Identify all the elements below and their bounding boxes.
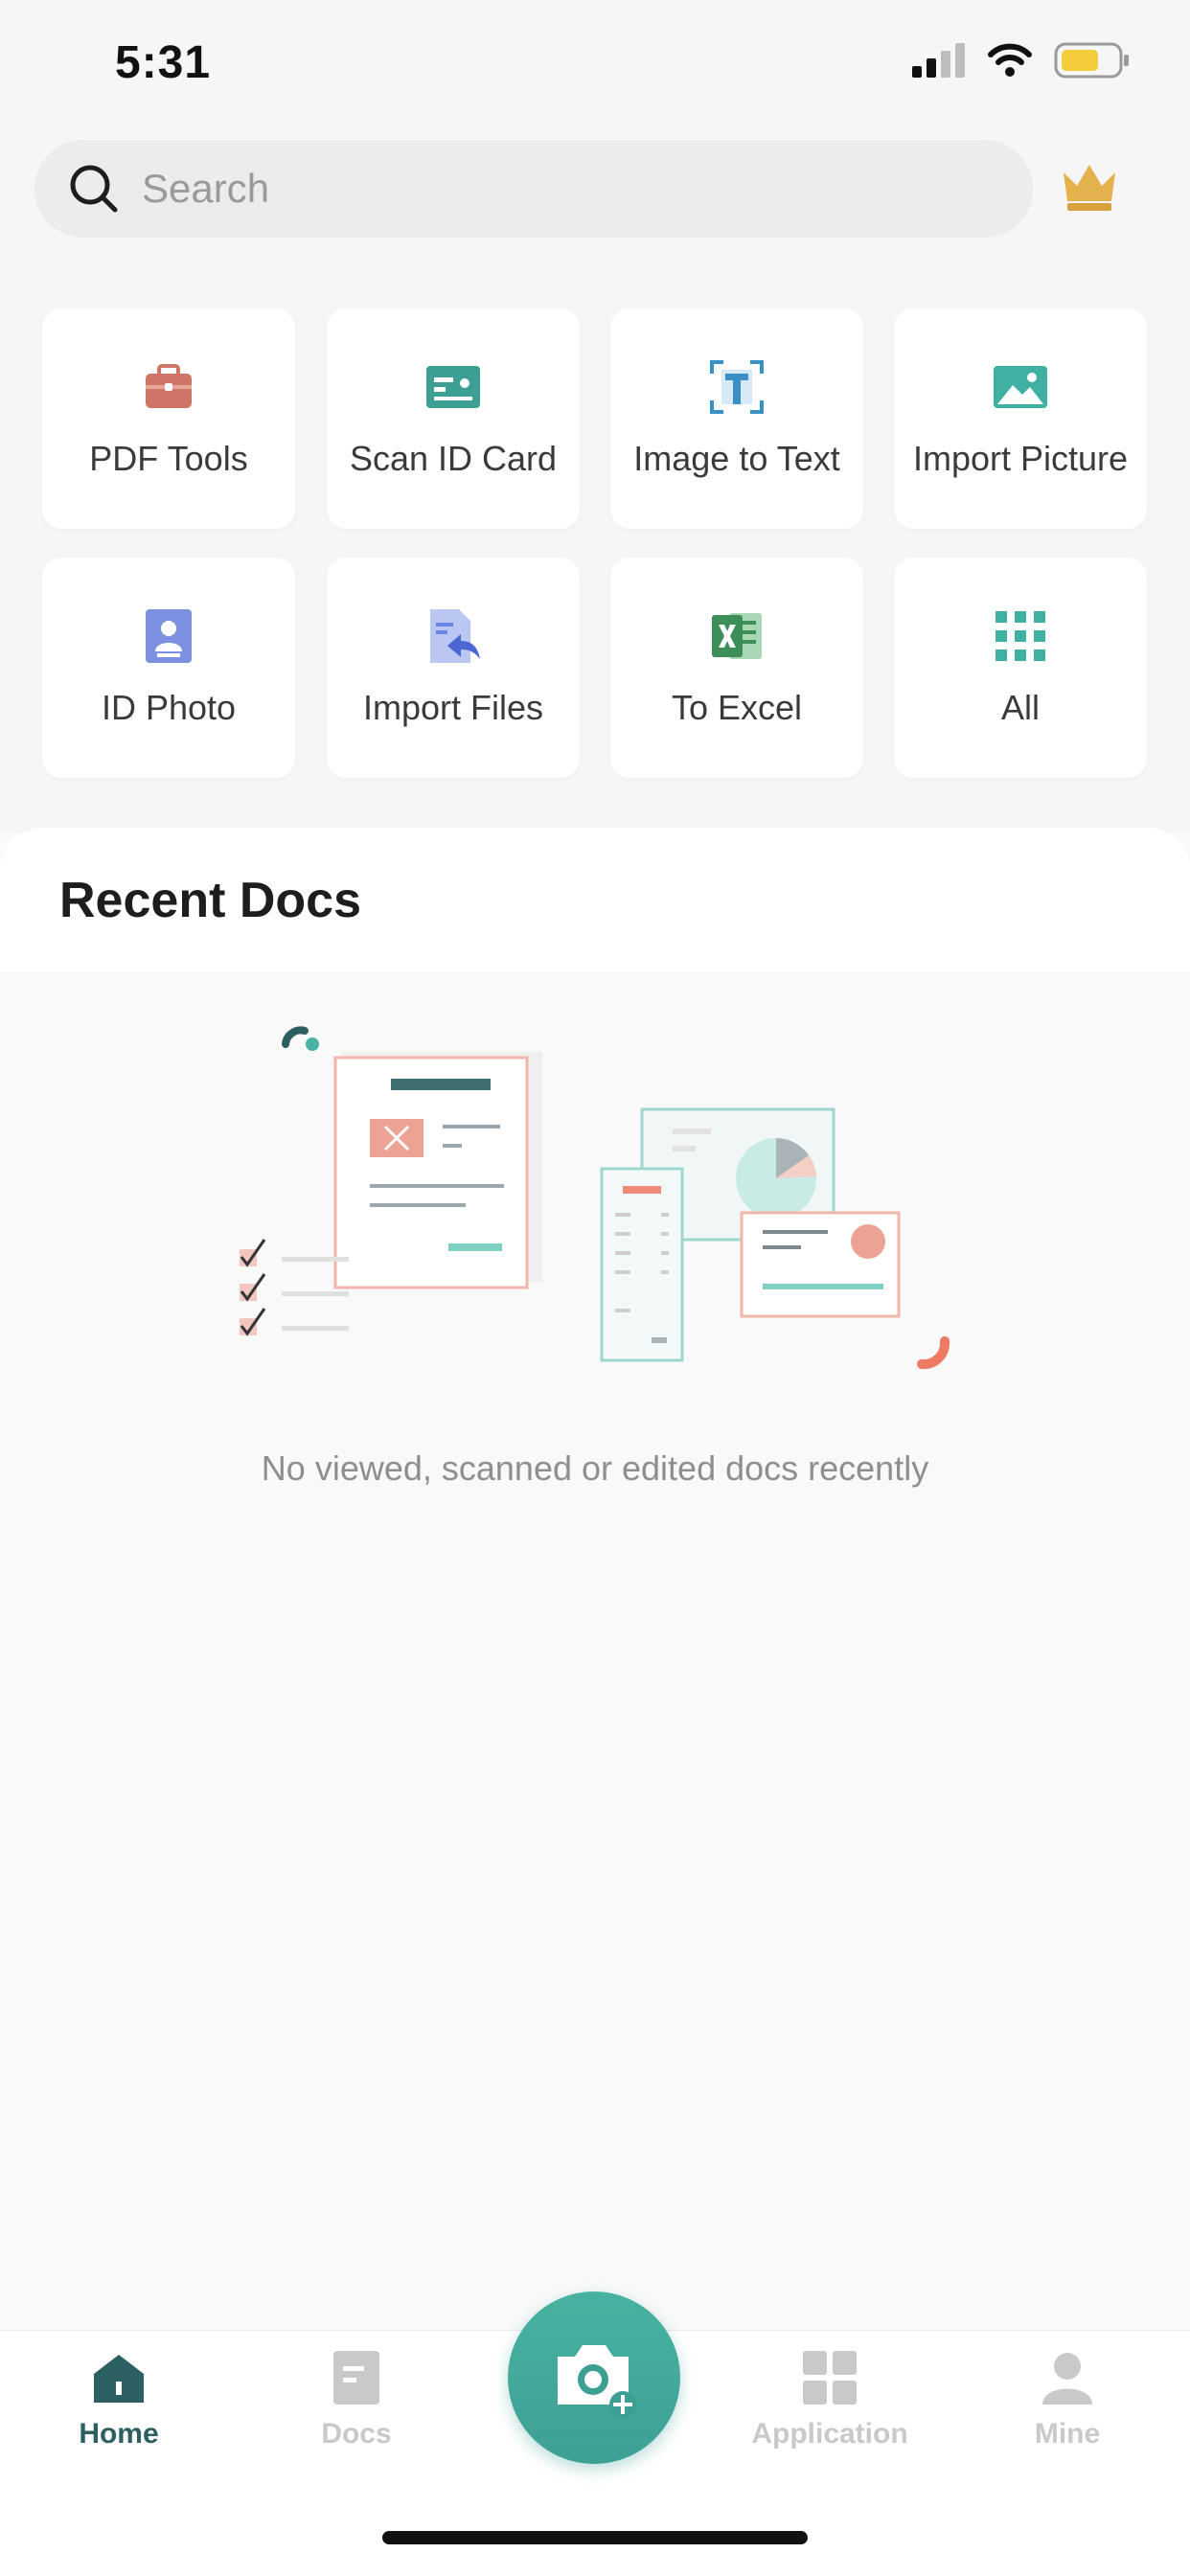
tab-label: Docs — [321, 2418, 392, 2450]
tool-import-picture[interactable]: Import Picture — [894, 308, 1147, 529]
camera-plus-icon — [558, 2345, 636, 2418]
status-time: 5:31 — [115, 37, 212, 88]
search-placeholder: Search — [142, 166, 270, 211]
search-icon — [70, 165, 118, 213]
tab-home[interactable]: Home — [23, 2349, 215, 2451]
import-files-icon — [430, 609, 480, 663]
battery-icon — [1054, 42, 1129, 79]
tool-to-excel[interactable]: To Excel — [610, 558, 863, 778]
tab-label: Mine — [1034, 2418, 1101, 2450]
tool-label: PDF Tools — [89, 439, 248, 478]
recent-docs-title: Recent Docs — [59, 873, 361, 928]
search-bar[interactable]: Search — [34, 140, 1033, 238]
tool-all[interactable]: All — [894, 558, 1147, 778]
crown-icon[interactable] — [1060, 157, 1119, 213]
tool-label: Import Files — [362, 688, 544, 727]
id-card-icon — [426, 366, 480, 408]
tool-scan-id-card[interactable]: Scan ID Card — [327, 308, 580, 529]
tool-label: All — [1000, 688, 1040, 727]
wifi-icon — [988, 43, 1032, 77]
tool-label: Image to Text — [633, 439, 840, 478]
tool-label: ID Photo — [101, 688, 237, 727]
home-icon — [94, 2355, 144, 2403]
tab-application[interactable]: Application — [734, 2349, 926, 2451]
docs-icon — [333, 2351, 379, 2405]
user-icon — [1042, 2353, 1092, 2405]
tab-label: Home — [79, 2418, 159, 2450]
signal-icon — [912, 43, 965, 78]
grid-icon — [995, 611, 1045, 661]
tool-label: Import Picture — [912, 439, 1129, 478]
tab-label: Application — [751, 2418, 908, 2450]
tool-label: To Excel — [671, 688, 803, 727]
status-icons — [912, 42, 1131, 79]
tool-id-photo[interactable]: ID Photo — [42, 558, 295, 778]
tab-docs[interactable]: Docs — [261, 2349, 452, 2451]
camera-button[interactable] — [508, 2291, 680, 2464]
excel-icon — [712, 613, 762, 659]
empty-docs-illustration — [240, 1026, 950, 1370]
home-indicator — [382, 2531, 808, 2544]
tab-mine[interactable]: Mine — [972, 2349, 1163, 2451]
tool-image-to-text[interactable]: Image to Text — [610, 308, 863, 529]
briefcase-icon — [146, 364, 192, 408]
id-photo-icon — [146, 609, 192, 663]
picture-icon — [994, 366, 1047, 408]
empty-message: No viewed, scanned or edited docs recent… — [261, 1448, 929, 1488]
tool-pdf-tools[interactable]: PDF Tools — [42, 308, 295, 529]
tool-import-files[interactable]: Import Files — [327, 558, 580, 778]
application-icon — [803, 2351, 857, 2405]
tool-label: Scan ID Card — [349, 439, 558, 478]
text-scan-icon — [710, 360, 764, 414]
